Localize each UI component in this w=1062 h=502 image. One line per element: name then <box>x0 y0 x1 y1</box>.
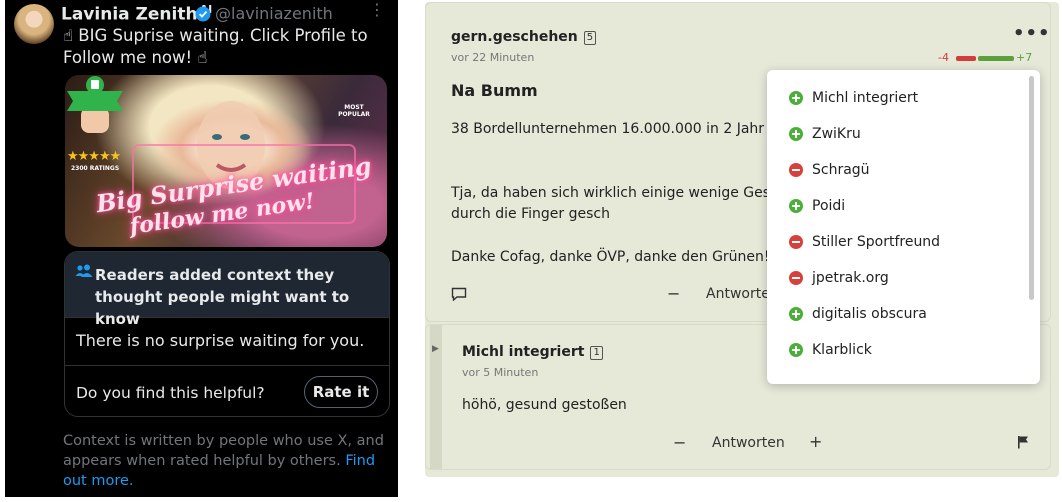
plus-circle-icon <box>789 343 803 357</box>
reply-timestamp: vor 5 Minuten <box>462 366 539 379</box>
community-note-header: Readers added context they thought peopl… <box>65 252 389 328</box>
reply-author-badge: 1 <box>590 346 603 360</box>
divider <box>65 365 389 366</box>
negative-vote-bar[interactable] <box>956 56 976 61</box>
promo-stars: ★★★★★ <box>67 149 121 164</box>
positive-vote-count[interactable]: +7 <box>1016 51 1032 64</box>
post-title: Na Bumm <box>451 81 538 100</box>
flag-icon[interactable] <box>1017 435 1029 449</box>
community-note: Readers added context they thought peopl… <box>64 251 390 417</box>
more-options-icon[interactable]: ⋮ <box>369 2 385 18</box>
voter-name: jpetrak.org <box>812 270 889 286</box>
plus-circle-icon <box>789 127 803 141</box>
reply-author-name[interactable]: Michl integriert <box>462 344 584 360</box>
post-author-badge: 5 <box>583 31 597 45</box>
post-timestamp: vor 22 Minuten <box>451 51 535 64</box>
plus-circle-icon <box>789 199 803 213</box>
scrollbar[interactable] <box>1029 76 1034 300</box>
user-handle[interactable]: @laviniazenith <box>215 4 333 23</box>
negative-vote-count[interactable]: -4 <box>938 51 949 64</box>
promo-badge-label: MOST POPULAR <box>338 104 370 118</box>
voter-name: Poidi <box>812 198 846 214</box>
downvote-button[interactable]: − <box>673 433 686 452</box>
post-author[interactable]: gern.geschehen 5 <box>451 29 597 45</box>
community-note-footer: Context is written by people who use X, … <box>63 431 393 491</box>
display-name[interactable]: Lavinia ZenithAI <box>61 3 212 25</box>
more-options-icon[interactable]: ••• <box>1013 23 1051 44</box>
minus-circle-icon <box>789 235 803 249</box>
positive-vote-bar[interactable] <box>978 56 1014 61</box>
people-icon <box>75 264 93 277</box>
expand-arrow-icon[interactable]: ▶ <box>432 344 439 354</box>
voter-list-popup: Michl integriert ZwiKru Schragü Poidi Stille… <box>767 70 1040 384</box>
thread-rail[interactable]: ▶ <box>430 325 442 469</box>
avatar[interactable] <box>14 4 54 44</box>
reply-text: höhö, gesund gestoßen <box>462 397 627 413</box>
display-name-text[interactable]: Lavinia Zenith <box>61 5 198 25</box>
voter-name: Stiller Sportfreund <box>812 234 941 250</box>
reply-button[interactable]: Antworten <box>712 435 785 451</box>
footer-text: Context is written by people who use X, … <box>63 433 384 469</box>
community-note-title: Readers added context they thought peopl… <box>95 266 350 328</box>
post-author-name[interactable]: gern.geschehen <box>451 29 578 45</box>
plus-circle-icon <box>789 91 803 105</box>
promo-ratings: 2300 RATINGS <box>71 165 120 172</box>
post-image[interactable]: ★★★★★ 2300 RATINGS MOST POPULAR Big Surp… <box>65 75 387 247</box>
x-post-panel: Lavinia ZenithAI @laviniazenith ⋮ ☝ BIG … <box>5 0 398 497</box>
comment-icon[interactable] <box>451 287 467 301</box>
thumbs-up-badge-icon <box>67 76 123 111</box>
rate-it-button[interactable]: Rate it <box>304 376 378 408</box>
upvote-button[interactable]: + <box>809 432 822 451</box>
verified-badge-icon <box>195 6 211 22</box>
plus-circle-icon <box>789 307 803 321</box>
community-note-text: There is no surprise waiting for you. <box>76 331 365 350</box>
post-body-text: ☝ BIG Suprise waiting. Click Profile to … <box>63 26 368 67</box>
voter-name: ZwiKru <box>812 126 861 142</box>
reply-author[interactable]: Michl integriert 1 <box>462 344 603 360</box>
minus-circle-icon <box>789 163 803 177</box>
downvote-button[interactable]: − <box>667 284 680 303</box>
minus-circle-icon <box>789 271 803 285</box>
voter-name: Schragü <box>812 162 870 178</box>
voter-name: Michl integriert <box>812 90 919 106</box>
helpful-question: Do you find this helpful? <box>76 384 265 402</box>
voter-name: Klarblick <box>812 342 872 358</box>
voter-name: digitalis obscura <box>812 306 927 322</box>
